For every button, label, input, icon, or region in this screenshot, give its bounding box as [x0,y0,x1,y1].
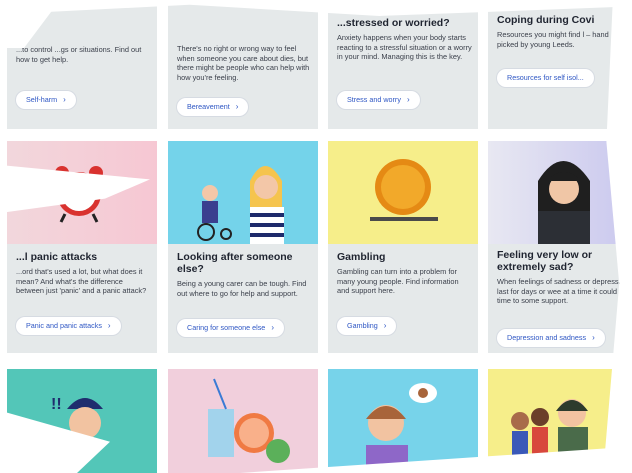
card-image [328,141,478,244]
young-carer-illustration [197,166,284,244]
card-text: ...ord that's used a lot, but what does … [16,267,147,296]
gambling-button[interactable]: Gambling › [337,317,397,335]
card-title: Feeling very low or extremely sad? [497,249,593,273]
topics-grid: ...to control ...gs or situations. Find … [0,0,632,473]
chevron-right-icon: › [271,323,274,332]
button-label: Stress and worry [347,95,401,104]
chevron-right-icon: › [592,333,595,342]
card-stress[interactable]: ...stressed or worried? Anxiety happens … [328,0,478,129]
coin-icon [370,159,438,221]
thinking-person-illustration [366,383,437,473]
caring-for-someone-else-button[interactable]: Caring for someone else › [177,319,284,337]
chevron-right-icon: › [107,321,111,330]
healthy-food-illustration [208,378,290,463]
card-row3-3[interactable] [328,369,478,473]
card-title: ...stressed or worried? [337,17,450,29]
button-label: Gambling [347,321,378,330]
card-gambling[interactable]: Gambling Gambling can turn into a proble… [328,141,478,353]
card-text: Anxiety happens when your body starts re… [337,33,472,62]
card-text: Being a young carer can be tough. Find o… [177,279,307,298]
card-text: ...to control ...gs or situations. Find … [16,45,142,64]
card-image [168,141,318,244]
card-title: Looking after someone else? [177,251,293,275]
bereavement-button[interactable]: Bereavement › [177,98,249,116]
card-row3-2[interactable] [168,369,318,473]
card-text: There's no right or wrong way to feel wh… [177,44,310,82]
card-bereavement[interactable]: There's no right or wrong way to feel wh… [168,0,318,129]
chevron-right-icon: › [406,95,410,104]
stress-and-worry-button[interactable]: Stress and worry › [337,91,420,109]
chevron-right-icon: › [383,321,387,330]
button-label: Resources for self isol... [507,73,584,82]
card-text: Gambling can turn into a problem for man… [337,267,459,296]
button-label: Panic and panic attacks [26,321,102,330]
svg-text:!!: !! [51,396,62,413]
button-label: Caring for someone else [187,323,266,332]
chevron-right-icon: › [63,95,66,104]
self-harm-button[interactable]: Self-harm › [16,91,76,109]
button-label: Bereavement [187,102,230,111]
resources-self-isolation-button[interactable]: Resources for self isol... [497,69,594,87]
depression-and-sadness-button[interactable]: Depression and sadness › [497,329,605,347]
button-label: Depression and sadness [507,333,587,342]
card-title: ...l panic attacks [16,251,98,263]
chevron-right-icon: › [235,102,239,111]
button-label: Self-harm [26,95,58,104]
card-title: Gambling [337,251,386,263]
card-young-carer[interactable]: Looking after someone else? Being a youn… [168,141,318,353]
card-text: When feelings of sadness or depression l… [497,277,629,306]
panic-attacks-button[interactable]: Panic and panic attacks › [16,317,121,335]
